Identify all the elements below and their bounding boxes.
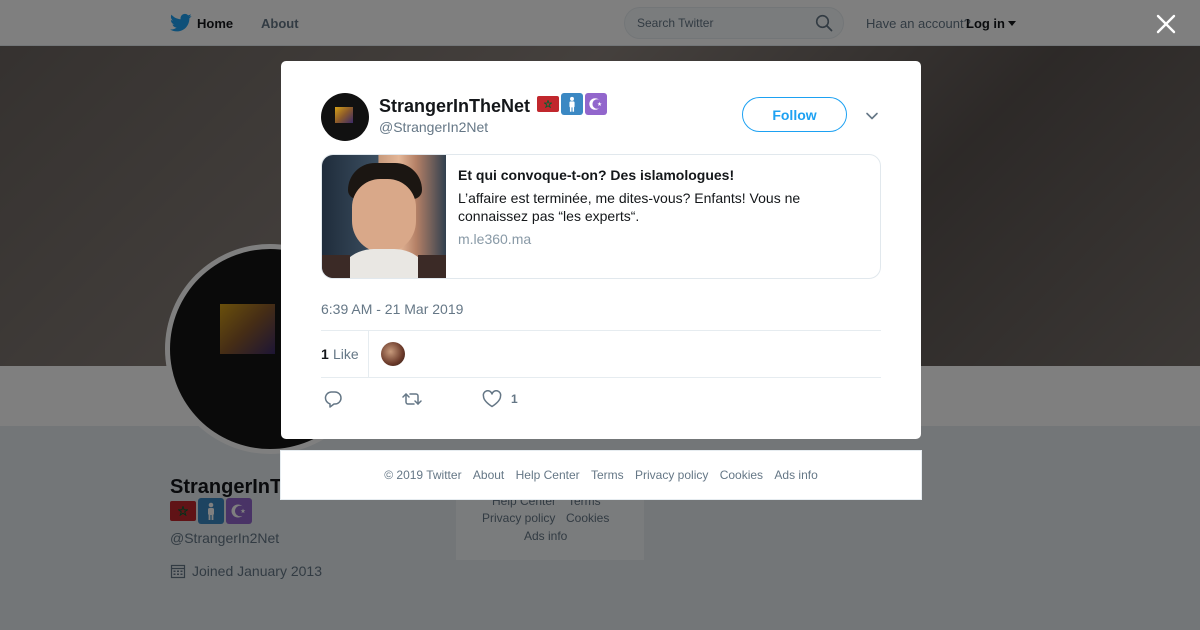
footer-terms-link[interactable]: Terms	[591, 468, 624, 482]
card-thumbnail-image	[322, 155, 446, 278]
modal-footer: © 2019 Twitter About Help Center Terms P…	[280, 450, 922, 500]
footer-help-center-link[interactable]: Help Center	[516, 468, 580, 482]
footer-privacy-link[interactable]: Privacy policy	[635, 468, 708, 482]
divider	[368, 331, 369, 377]
likes-label[interactable]: Like	[333, 346, 359, 362]
morocco-flag-icon	[537, 96, 559, 112]
footer-copyright: © 2019 Twitter	[384, 468, 462, 482]
reply-icon[interactable]	[323, 390, 343, 408]
star-and-crescent-icon	[585, 93, 607, 115]
card-domain: m.le360.ma	[458, 231, 532, 247]
person-sign-icon	[561, 93, 583, 115]
footer-about-link[interactable]: About	[473, 468, 504, 482]
tweet-author-avatar[interactable]	[321, 93, 369, 141]
chevron-down-icon[interactable]	[865, 109, 879, 123]
card-title: Et qui convoque-t-on? Des islamologues!	[458, 167, 735, 183]
like-action-count: 1	[511, 392, 518, 406]
follow-button[interactable]: Follow	[742, 97, 847, 132]
tweet-author-name[interactable]: StrangerInTheNet	[379, 96, 530, 117]
card-description: L’affaire est terminée, me dites-vous? E…	[458, 190, 801, 224]
divider	[321, 330, 881, 331]
tweet-author-emoji-row	[537, 93, 607, 115]
tweet-timestamp[interactable]: 6:39 AM - 21 Mar 2019	[321, 301, 463, 317]
tweet-modal: StrangerInTheNet @StrangerIn2Net Follow …	[281, 61, 921, 439]
liker-avatar[interactable]	[381, 342, 405, 366]
like-heart-icon[interactable]	[482, 390, 502, 408]
divider	[321, 377, 881, 378]
likes-count[interactable]: 1	[321, 346, 329, 362]
tweet-author-handle[interactable]: @StrangerIn2Net	[379, 119, 488, 135]
footer-cookies-link[interactable]: Cookies	[720, 468, 763, 482]
retweet-icon[interactable]	[402, 390, 422, 408]
close-icon[interactable]	[1152, 10, 1180, 38]
footer-ads-info-link[interactable]: Ads info	[774, 468, 817, 482]
link-preview-card[interactable]: Et qui convoque-t-on? Des islamologues! …	[321, 154, 881, 279]
